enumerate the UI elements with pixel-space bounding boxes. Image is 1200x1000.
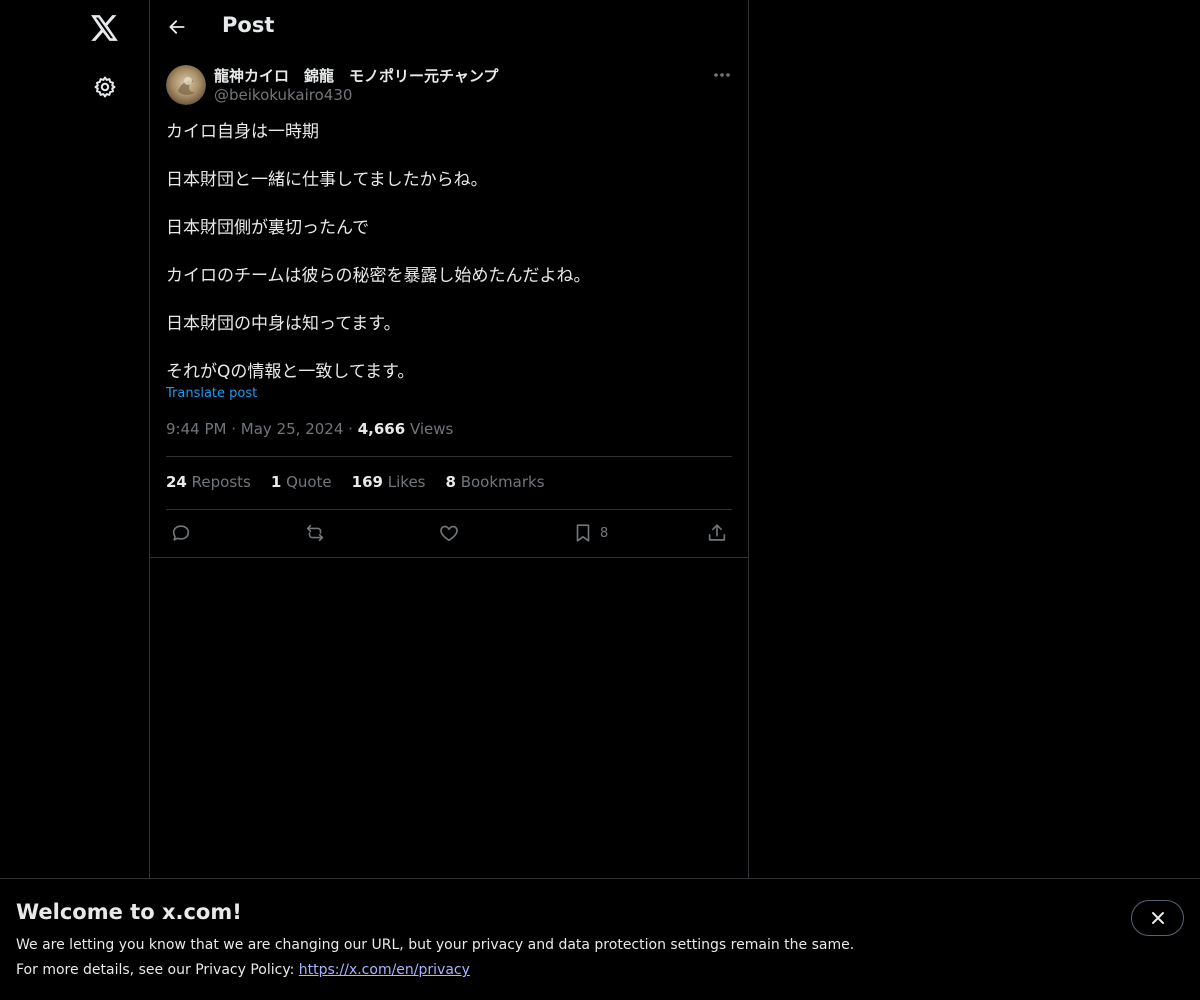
meta-separator: · [348,420,353,438]
bookmarks-count: 8 [445,473,456,491]
action-bar: 8 [166,518,732,548]
author-display-name[interactable]: 龍神カイロ 錦龍 モノポリー元チャンプ [214,65,498,86]
reply-icon [172,525,190,541]
main-column: Post 龍神カイロ 錦龍 モノポリー元チャンプ @beikokukairo43… [149,0,749,1000]
page-title: Post [222,13,275,37]
quotes-count: 1 [270,473,282,491]
banner-details: For more details, see our Privacy Policy… [16,962,470,978]
likes-stat[interactable]: 169 Likes [352,473,426,491]
reposts-label: Reposts [191,473,251,491]
heart-icon [440,525,458,542]
post-header: Post [150,0,748,54]
bookmark-count: 8 [600,525,609,541]
bookmarks-label: Bookmarks [460,473,545,491]
banner-details-prefix: For more details, see our Privacy Policy… [16,962,299,978]
share-icon [708,524,726,541]
quotes-stat[interactable]: 1 Quote [271,473,332,491]
more-options-icon[interactable] [710,65,734,85]
divider [166,509,732,510]
repost-button[interactable] [304,518,326,548]
x-logo-icon[interactable] [88,12,122,44]
meta-separator: · [231,420,237,438]
repost-icon [306,524,324,542]
back-arrow-icon[interactable] [162,12,192,42]
post-text-line: それがQの情報と一致してます。 [166,362,415,382]
like-button[interactable] [438,518,460,548]
post-stats: 24 Reposts 1 Quote 169 Likes 8 Bookmarks [166,473,545,491]
post-text-line: カイロ自身は一時期 [166,122,319,142]
bookmark-button[interactable]: 8 [572,518,608,548]
translate-post-link[interactable]: Translate post [166,386,257,401]
bookmarks-stat[interactable]: 8 Bookmarks [446,473,545,491]
post-text-line: 日本財団と一緒に仕事してましたからね。 [166,170,488,190]
post-body: カイロ自身は一時期 日本財団と一緒に仕事してましたからね。 日本財団側が裏切った… [166,120,732,384]
post-meta: 9:44 PM · May 25, 2024 · 4,666 Views [166,420,453,438]
post-text-line: 日本財団側が裏切ったんで [166,218,370,238]
post-bottom-divider [150,557,748,558]
reposts-count: 24 [166,473,187,491]
author-handle[interactable]: @beikokukairo430 [214,86,352,104]
post-date[interactable]: May 25, 2024 [241,420,344,438]
bookmark-icon [576,524,590,542]
post-time[interactable]: 9:44 PM [166,420,226,438]
banner-title: Welcome to x.com! [16,900,242,924]
views-count: 4,666 [357,420,406,438]
quotes-label: Quote [286,473,332,491]
left-nav [0,0,150,1000]
views-label: Views [409,420,454,438]
likes-label: Likes [387,473,426,491]
reposts-stat[interactable]: 24 Reposts [166,473,251,491]
privacy-policy-link[interactable]: https://x.com/en/privacy [299,962,470,978]
avatar[interactable] [166,65,206,105]
reply-button[interactable] [170,518,192,548]
likes-count: 169 [351,473,383,491]
banner-message: We are letting you know that we are chan… [16,937,855,953]
divider [166,456,732,457]
post-text-line: 日本財団の中身は知ってます。 [166,314,401,334]
share-button[interactable] [706,518,728,548]
close-icon [1151,912,1164,924]
close-banner-button[interactable] [1131,900,1184,936]
welcome-banner: Welcome to x.com! We are letting you kno… [0,878,1200,1000]
post-text-line: カイロのチームは彼らの秘密を暴露し始めたんだよね。 [166,266,591,286]
settings-gear-icon[interactable] [90,72,120,102]
